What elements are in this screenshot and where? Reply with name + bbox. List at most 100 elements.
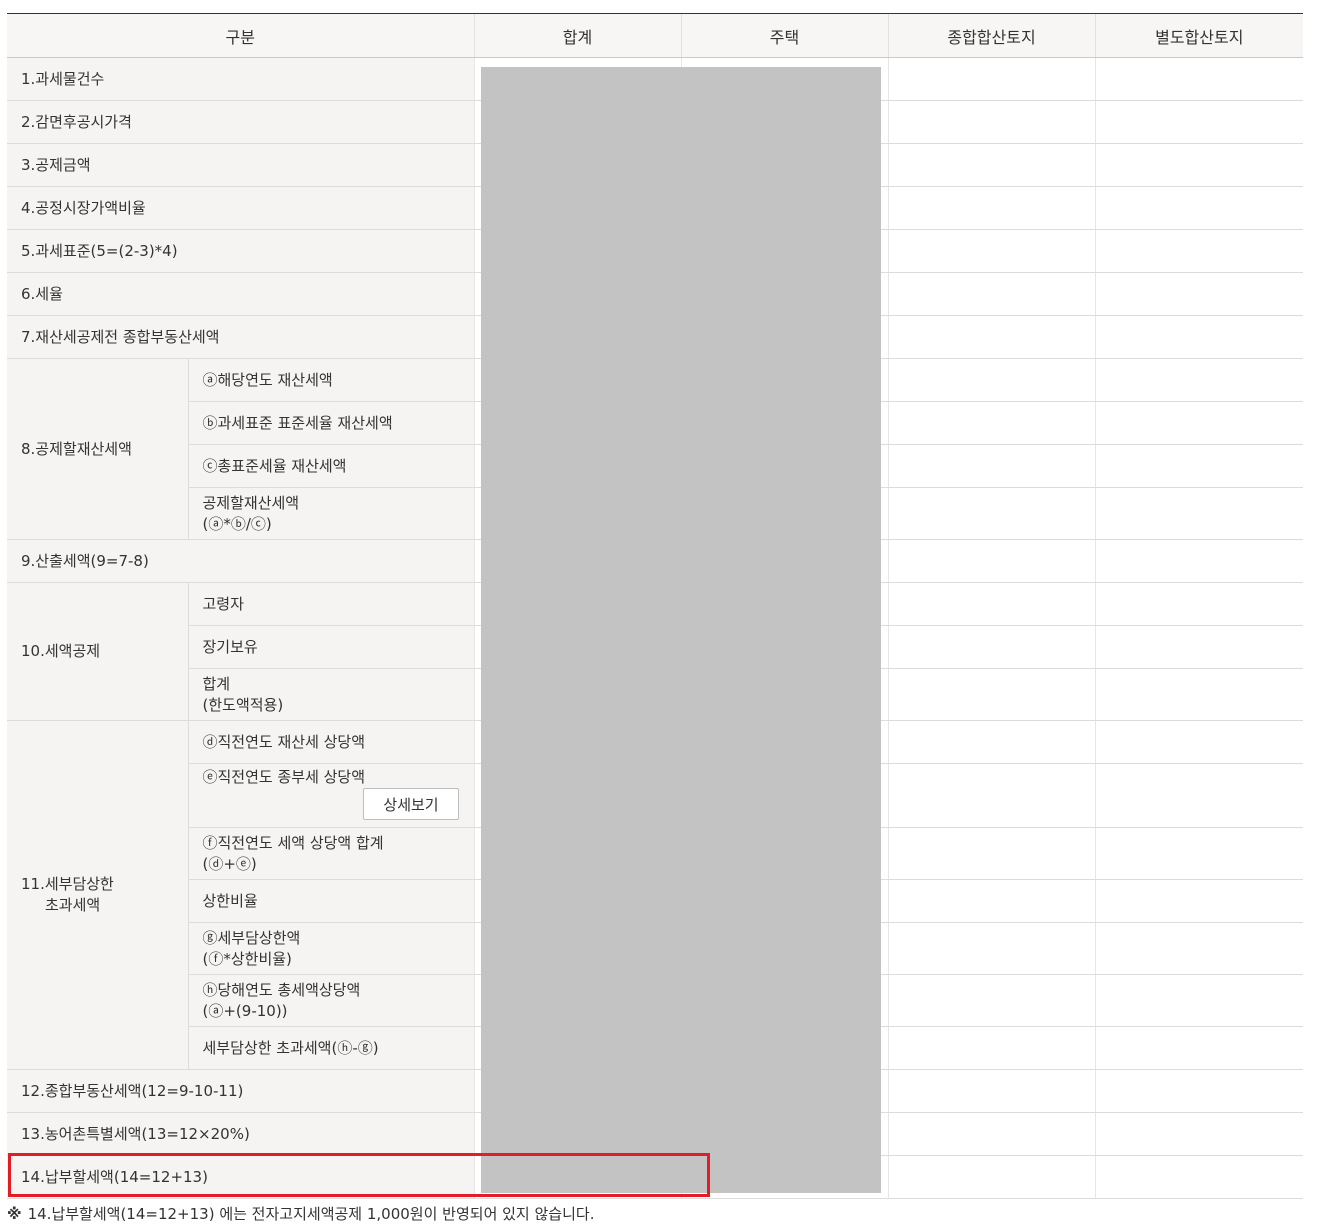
cell-separate-land [1094,487,1304,540]
sub-label-credit-total: 합계 (한도액적용) [187,668,475,721]
cell-separate-land [1094,444,1304,488]
sub-label-current-total-tax: ⓗ당해연도 총세액상당액 (ⓐ+(9-10)) [187,974,475,1027]
cell-aggregate-land [887,922,1096,975]
table-header-row: 구분 합계 주택 종합합산토지 별도합산토지 [7,13,1304,58]
cell-aggregate-land [887,186,1096,230]
cell-separate-land [1094,57,1304,101]
cell-separate-land [1094,1155,1304,1199]
footnote: ※ 14.납부할세액(14=12+13) 에는 전자고지세액공제 1,000원이 … [7,1203,594,1224]
cell-separate-land [1094,879,1304,923]
cell-separate-land [1094,143,1304,187]
cell-aggregate-land [887,1026,1096,1070]
redacted-values-mask [481,67,881,1193]
group-label-line: 초과세액 [45,896,101,914]
cell-aggregate-land [887,401,1096,445]
cell-separate-land [1094,401,1304,445]
cell-separate-land [1094,763,1304,828]
cell-aggregate-land [887,763,1096,828]
header-house: 주택 [680,13,889,58]
cell-aggregate-land [887,879,1096,923]
cell-separate-land [1094,229,1304,273]
sub-label-current-property-tax: ⓐ해당연도 재산세액 [187,358,475,402]
sub-label-formula: (ⓓ+ⓔ) [202,854,257,873]
cell-aggregate-land [887,1112,1096,1156]
cell-separate-land [1094,1026,1304,1070]
sub-label-cap-ratio: 상한비율 [187,879,475,923]
cell-separate-land [1094,315,1304,359]
header-aggregate-land: 종합합산토지 [887,13,1096,58]
cell-aggregate-land [887,143,1096,187]
cell-aggregate-land [887,100,1096,144]
sub-label-prev-tax-sum: ⓕ직전연도 세액 상당액 합계 (ⓓ+ⓔ) [187,827,475,880]
sub-label-line: ⓖ세부담상한액 [202,928,301,947]
sub-label-prev-property-tax: ⓓ직전연도 재산세 상당액 [187,720,475,764]
sub-label-long-term-holding: 장기보유 [187,625,475,669]
sub-label-line: 합계 [202,674,231,693]
cell-separate-land [1094,582,1304,626]
cell-aggregate-land [887,57,1096,101]
sub-label-elderly: 고령자 [187,582,475,626]
cell-separate-land [1094,358,1304,402]
sub-label-line: 공제할재산세액 [202,493,300,512]
cell-separate-land [1094,668,1304,721]
cell-aggregate-land [887,582,1096,626]
row-label-tax-base: 5.과세표준(5=(2-3)*4) [7,229,475,273]
cell-separate-land [1094,922,1304,975]
footnote-text: 14.납부할세액(14=12+13) 에는 전자고지세액공제 1,000원이 반… [27,1205,595,1223]
row-label-calculated-tax: 9.산출세액(9=7-8) [7,539,475,583]
group-label-line: 11.세부담상한 [21,875,114,893]
cell-aggregate-land [887,487,1096,540]
header-separate-land: 별도합산토지 [1094,13,1304,58]
cell-aggregate-land [887,827,1096,880]
sub-label-formula: (ⓐ*ⓑ/ⓒ) [202,514,272,533]
cell-separate-land [1094,827,1304,880]
sub-label-total-standard-rate-tax: ⓒ총표준세율 재산세액 [187,444,475,488]
footnote-mark: ※ [7,1205,22,1223]
row-label-deduction-amount: 3.공제금액 [7,143,475,187]
row-label-rural-special-tax: 13.농어촌특별세액(13=12×20%) [7,1112,475,1156]
row-label-fair-market-ratio: 4.공정시장가액비율 [7,186,475,230]
cell-aggregate-land [887,668,1096,721]
cell-aggregate-land [887,539,1096,583]
cell-aggregate-land [887,625,1096,669]
row-label-pre-deduction-tax: 7.재산세공제전 종합부동산세액 [7,315,475,359]
sub-label-formula: (ⓕ*상한비율) [202,949,292,968]
sub-label-note: (한도액적용) [202,695,284,714]
cell-aggregate-land [887,272,1096,316]
cell-separate-land [1094,720,1304,764]
sub-label-formula: (ⓐ+(9-10)) [202,1001,288,1020]
cell-aggregate-land [887,974,1096,1027]
sub-label-cap-excess-tax: 세부담상한 초과세액(ⓗ-ⓖ) [187,1026,475,1070]
sub-label-standard-rate-property-tax: ⓑ과세표준 표준세율 재산세액 [187,401,475,445]
sub-label-deductible-property-tax: 공제할재산세액 (ⓐ*ⓑ/ⓒ) [187,487,475,540]
cell-aggregate-land [887,1155,1096,1199]
cell-separate-land [1094,974,1304,1027]
header-category: 구분 [7,13,475,58]
row-label-assessed-price: 2.감면후공시가격 [7,100,475,144]
cell-separate-land [1094,100,1304,144]
row-label-tax-rate: 6.세율 [7,272,475,316]
row-label-comprehensive-tax: 12.종합부동산세액(12=9-10-11) [7,1069,475,1113]
cell-aggregate-land [887,229,1096,273]
highlight-box-payable-tax [8,1153,710,1197]
cell-separate-land [1094,1069,1304,1113]
cell-separate-land [1094,272,1304,316]
header-total: 합계 [473,13,682,58]
cell-separate-land [1094,1112,1304,1156]
sub-label-burden-cap-amount: ⓖ세부담상한액 (ⓕ*상한비율) [187,922,475,975]
cell-aggregate-land [887,1069,1096,1113]
group-label-burden-cap-excess: 11.세부담상한 초과세액 [7,720,188,1070]
cell-separate-land [1094,539,1304,583]
cell-aggregate-land [887,444,1096,488]
detail-view-button[interactable]: 상세보기 [363,788,459,820]
cell-aggregate-land [887,358,1096,402]
cell-separate-land [1094,625,1304,669]
sub-label-line: ⓗ당해연도 총세액상당액 [202,980,361,999]
group-label-property-tax-deduction: 8.공제할재산세액 [7,358,188,540]
row-label-taxable-count: 1.과세물건수 [7,57,475,101]
sub-label-line: ⓕ직전연도 세액 상당액 합계 [202,833,384,852]
cell-separate-land [1094,186,1304,230]
cell-aggregate-land [887,720,1096,764]
group-label-tax-credit: 10.세액공제 [7,582,188,721]
cell-aggregate-land [887,315,1096,359]
